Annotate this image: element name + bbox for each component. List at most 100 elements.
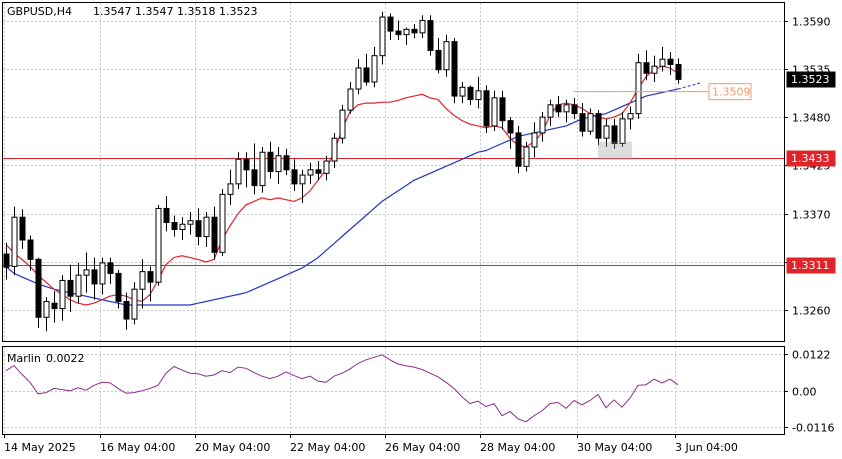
level-tag-lower: 1.3311 (791, 259, 830, 272)
low-value: 1.3518 (177, 5, 216, 18)
bearish-candle (411, 28, 418, 34)
indicator-name: Marlin (7, 352, 41, 365)
indicator-value: 0.0022 (46, 352, 85, 365)
bullish-candle (259, 151, 266, 187)
bullish-candle (83, 269, 90, 276)
high-value: 1.3547 (135, 5, 174, 18)
bullish-candle (523, 146, 530, 167)
bullish-candle (443, 41, 450, 71)
oscillator-tick-label: 0.0122 (792, 349, 831, 362)
symbol-label: GBPUSD,H4 (7, 5, 72, 18)
time-tick-label: 30 May 04:00 (577, 441, 652, 454)
bullish-candle (299, 174, 306, 185)
bearish-candle (595, 113, 602, 139)
bullish-candle (323, 160, 330, 174)
bullish-candle (227, 183, 234, 195)
bearish-candle (427, 20, 434, 51)
time-axis: 14 May 2025 16 May 04:00 20 May 04:00 22 Ma… (4, 434, 738, 454)
consolidation-zone (598, 141, 632, 160)
bullish-candle (379, 16, 386, 57)
bullish-candle (99, 262, 106, 285)
bullish-candle (627, 113, 634, 120)
bullish-candle (179, 223, 186, 231)
bearish-candle (171, 221, 178, 231)
open-value: 1.3547 (93, 5, 132, 18)
bullish-candle (139, 271, 146, 290)
bullish-candle (131, 288, 138, 320)
bullish-candle (619, 118, 626, 144)
bearish-candle (435, 49, 442, 71)
bearish-candle (115, 272, 122, 302)
bullish-candle (371, 55, 378, 83)
close-value: 1.3523 (219, 5, 258, 18)
bearish-candle (611, 125, 618, 144)
bullish-candle (331, 137, 338, 162)
bearish-candle (35, 258, 42, 318)
bullish-candle (563, 104, 570, 113)
bullish-candle (651, 65, 658, 74)
bullish-candle (275, 155, 282, 173)
time-tick-label: 14 May 2025 (4, 441, 76, 454)
bearish-candle (211, 216, 218, 253)
bearish-candle (555, 104, 562, 113)
bullish-candle (539, 116, 546, 134)
price-tick-label: 1.3480 (792, 112, 831, 125)
bullish-candle (235, 158, 242, 185)
bearish-candle (107, 262, 114, 274)
price-tick-label: 1.3590 (792, 16, 831, 29)
bearish-candle (515, 132, 522, 167)
bullish-candle (203, 216, 210, 238)
bearish-candle (3, 253, 10, 268)
current-price-tag: 1.3523 (791, 73, 830, 86)
oscillator-axis: 0.0122 0.00 -0.0116 (784, 349, 834, 435)
bearish-candle (499, 97, 506, 122)
oscillator-panel (2, 346, 785, 435)
bearish-candle (315, 169, 322, 174)
bullish-candle (219, 193, 226, 253)
bullish-candle (155, 207, 162, 283)
bearish-candle (267, 151, 274, 173)
bearish-candle (675, 63, 682, 80)
price-tick-label: 1.3370 (792, 209, 831, 222)
time-tick-label: 3 Jun 04:00 (675, 441, 738, 454)
bearish-candle (363, 67, 370, 83)
bullish-candle (11, 216, 18, 267)
bearish-candle (163, 207, 170, 223)
bullish-candle (603, 125, 610, 139)
bullish-candle (355, 67, 362, 90)
annotated-level-label: 1.3509 (712, 86, 751, 99)
price-tick-label: 1.3260 (792, 305, 831, 318)
bearish-candle (19, 216, 26, 241)
bullish-candle (459, 86, 466, 97)
time-tick-label: 20 May 04:00 (195, 441, 270, 454)
time-tick-label: 26 May 04:00 (385, 441, 460, 454)
bullish-candle (531, 132, 538, 148)
bearish-candle (291, 169, 298, 185)
bearish-candle (507, 120, 514, 134)
bullish-candle (43, 300, 50, 318)
bearish-candle (27, 239, 34, 260)
bullish-candle (75, 274, 82, 297)
bullish-candle (347, 88, 354, 111)
bearish-candle (571, 104, 578, 115)
bearish-candle (395, 30, 402, 36)
bearish-candle (243, 158, 250, 171)
bearish-candle (67, 279, 74, 297)
time-tick-label: 22 May 04:00 (290, 441, 365, 454)
bullish-candle (491, 97, 498, 127)
bullish-candle (307, 169, 314, 176)
bearish-candle (387, 16, 394, 32)
bearish-candle (195, 220, 202, 238)
bearish-candle (643, 62, 650, 74)
bullish-candle (339, 109, 346, 139)
bullish-candle (403, 28, 410, 36)
bearish-candle (251, 169, 258, 187)
bearish-candle (667, 58, 674, 65)
time-tick-label: 28 May 04:00 (480, 441, 555, 454)
bearish-candle (283, 155, 290, 171)
bullish-candle (659, 58, 666, 67)
bearish-candle (579, 113, 586, 132)
level-tag-upper: 1.3433 (791, 152, 830, 165)
bearish-candle (123, 300, 130, 320)
chart-canvas: GBPUSD,H4 1.3547 1.3547 1.3518 1.3523 Ma… (2, 2, 836, 454)
